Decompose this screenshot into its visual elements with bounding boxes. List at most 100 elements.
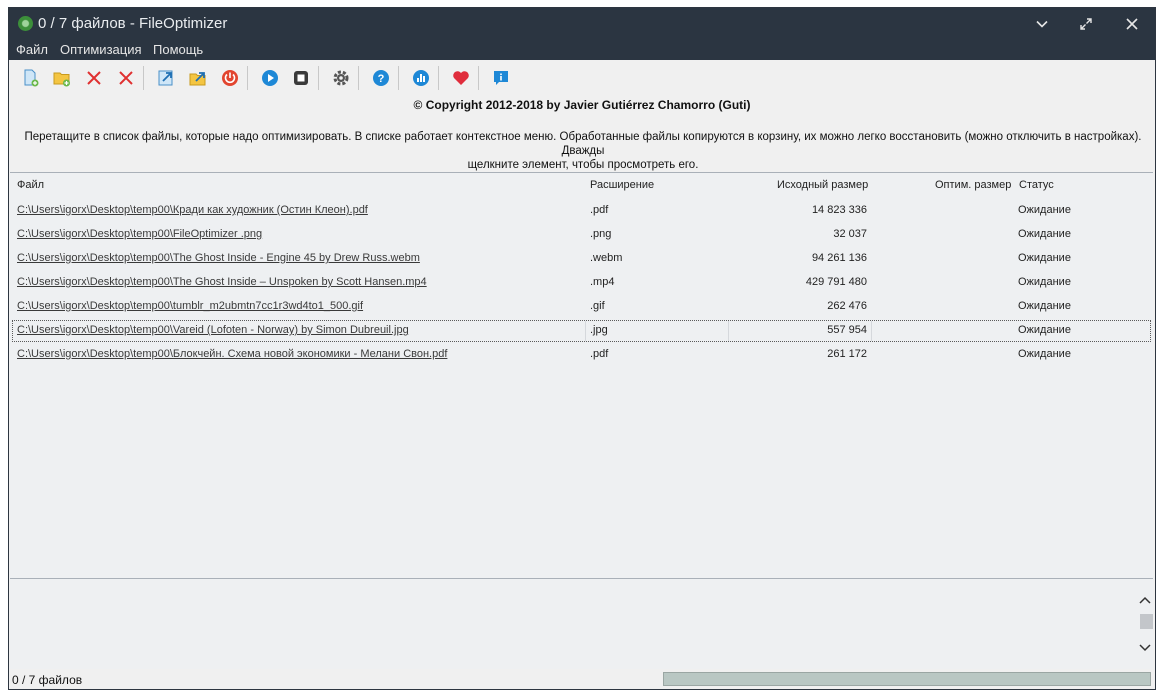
table-row-selected[interactable]: C:\Users\igorx\Desktop\temp00\Vareid (Lo…: [12, 320, 1151, 342]
expand-icon: [1080, 18, 1092, 30]
instructions-line-1: Перетащите в список файлы, которые надо …: [24, 131, 1142, 157]
toolbar-separator: [247, 66, 248, 90]
log-pane[interactable]: [10, 579, 1153, 669]
file-extension: .pdf: [590, 348, 609, 360]
file-path-link[interactable]: C:\Users\igorx\Desktop\temp00\Кради как …: [17, 204, 368, 216]
play-button[interactable]: [260, 68, 280, 88]
column-header-optimized-size[interactable]: Оптим. размер: [935, 179, 1011, 191]
status-text: 0 / 7 файлов: [12, 673, 83, 687]
open-folder-button[interactable]: [188, 68, 208, 88]
close-icon: [1126, 18, 1138, 30]
status-cell: Ожидание: [1018, 276, 1071, 288]
file-extension: .mp4: [590, 276, 615, 288]
stats-button[interactable]: [411, 68, 431, 88]
file-path-link[interactable]: C:\Users\igorx\Desktop\temp00\Vareid (Lo…: [17, 324, 409, 336]
info-icon: [494, 71, 508, 85]
file-path-link[interactable]: C:\Users\igorx\Desktop\temp00\Блокчейн. …: [17, 348, 447, 360]
copyright-text: © Copyright 2012-2018 by Javier Gutiérre…: [413, 98, 751, 112]
chevron-down-icon: [1036, 20, 1048, 28]
maximize-button[interactable]: [1063, 8, 1109, 40]
toolbar-separator: [318, 66, 319, 90]
help-button[interactable]: ?: [371, 68, 391, 88]
chevron-up-icon: [1139, 596, 1151, 604]
add-files-button[interactable]: [21, 68, 41, 88]
settings-button[interactable]: [331, 68, 351, 88]
status-cell: Ожидание: [1018, 228, 1071, 240]
stop-button[interactable]: [291, 68, 311, 88]
scrollbar-thumb[interactable]: [1140, 614, 1153, 629]
file-path-link[interactable]: C:\Users\igorx\Desktop\temp00\FileOptimi…: [17, 228, 262, 240]
column-header-original-size[interactable]: Исходный размер: [777, 179, 868, 191]
table-row[interactable]: C:\Users\igorx\Desktop\temp00\Кради как …: [12, 200, 1151, 222]
clear-button[interactable]: [116, 68, 136, 88]
column-divider: [585, 321, 586, 341]
table-row[interactable]: C:\Users\igorx\Desktop\temp00\FileOptimi…: [12, 224, 1151, 246]
table-row[interactable]: C:\Users\igorx\Desktop\temp00\The Ghost …: [12, 272, 1151, 294]
original-size: 262 476: [827, 300, 867, 312]
open-folder-icon: [189, 72, 206, 86]
file-path-link[interactable]: C:\Users\igorx\Desktop\temp00\tumblr_m2u…: [17, 300, 363, 312]
menu-bar: Файл Оптимизация Помощь: [9, 40, 1155, 60]
info-button[interactable]: [491, 68, 511, 88]
table-row[interactable]: C:\Users\igorx\Desktop\temp00\Блокчейн. …: [12, 344, 1151, 366]
column-header-file[interactable]: Файл: [17, 179, 44, 191]
app-window: 0 / 7 файлов - FileOptimizer Файл Оптими…: [8, 7, 1156, 690]
status-cell: Ожидание: [1018, 348, 1071, 360]
file-extension: .jpg: [590, 324, 608, 336]
minimize-button[interactable]: [1019, 8, 1065, 40]
toolbar: ?: [9, 60, 1155, 95]
file-extension: .png: [590, 228, 612, 240]
stats-icon: [413, 70, 429, 86]
clear-icon: [119, 71, 133, 85]
toolbar-separator: [438, 66, 439, 90]
original-size: 429 791 480: [805, 276, 867, 288]
original-size: 14 823 336: [811, 204, 867, 216]
status-cell: Ожидание: [1018, 300, 1071, 312]
column-divider: [728, 321, 729, 341]
scroll-up-button[interactable]: [1138, 594, 1152, 608]
column-divider: [871, 321, 872, 341]
open-button[interactable]: [156, 68, 176, 88]
table-row[interactable]: C:\Users\igorx\Desktop\temp00\The Ghost …: [12, 248, 1151, 270]
app-icon: [18, 16, 33, 31]
toolbar-separator: [398, 66, 399, 90]
original-size: 261 172: [827, 348, 867, 360]
donate-button[interactable]: [451, 68, 471, 88]
power-button[interactable]: [220, 68, 240, 88]
scroll-down-button[interactable]: [1138, 640, 1152, 654]
status-cell: Ожидание: [1018, 204, 1071, 216]
file-path-link[interactable]: C:\Users\igorx\Desktop\temp00\The Ghost …: [17, 276, 427, 288]
original-size: 32 037: [833, 228, 867, 240]
remove-icon: [87, 71, 101, 85]
title-bar: 0 / 7 файлов - FileOptimizer: [9, 8, 1155, 40]
stop-icon: [294, 71, 308, 85]
menu-file[interactable]: Файл: [16, 42, 48, 57]
play-icon: [262, 70, 278, 86]
column-header-extension[interactable]: Расширение: [590, 179, 654, 191]
file-extension: .gif: [590, 300, 605, 312]
donate-heart-icon: [453, 71, 469, 85]
window-title: 0 / 7 файлов - FileOptimizer: [38, 15, 228, 32]
add-folder-button[interactable]: [52, 68, 72, 88]
toolbar-separator: [143, 66, 144, 90]
file-list[interactable]: Файл Расширение Исходный размер Оптим. р…: [10, 172, 1153, 579]
status-cell: Ожидание: [1018, 252, 1071, 264]
close-button[interactable]: [1109, 8, 1155, 40]
file-extension: .webm: [590, 252, 623, 264]
open-icon: [158, 70, 173, 86]
svg-text:?: ?: [378, 73, 385, 85]
add-files-icon: [24, 69, 39, 87]
help-icon: ?: [373, 70, 389, 86]
table-row[interactable]: C:\Users\igorx\Desktop\temp00\tumblr_m2u…: [12, 296, 1151, 318]
remove-button[interactable]: [84, 68, 104, 88]
original-size: 557 954: [827, 324, 867, 336]
menu-help[interactable]: Помощь: [153, 42, 203, 57]
status-bar: 0 / 7 файлов: [9, 669, 1155, 689]
menu-optimize[interactable]: Оптимизация: [60, 42, 142, 57]
status-cell: Ожидание: [1018, 324, 1071, 336]
column-header-status[interactable]: Статус: [1019, 179, 1054, 191]
file-path-link[interactable]: C:\Users\igorx\Desktop\temp00\The Ghost …: [17, 252, 420, 264]
instructions-text: Перетащите в список файлы, которые надо …: [13, 130, 1153, 172]
file-extension: .pdf: [590, 204, 609, 216]
power-icon: [222, 70, 238, 86]
